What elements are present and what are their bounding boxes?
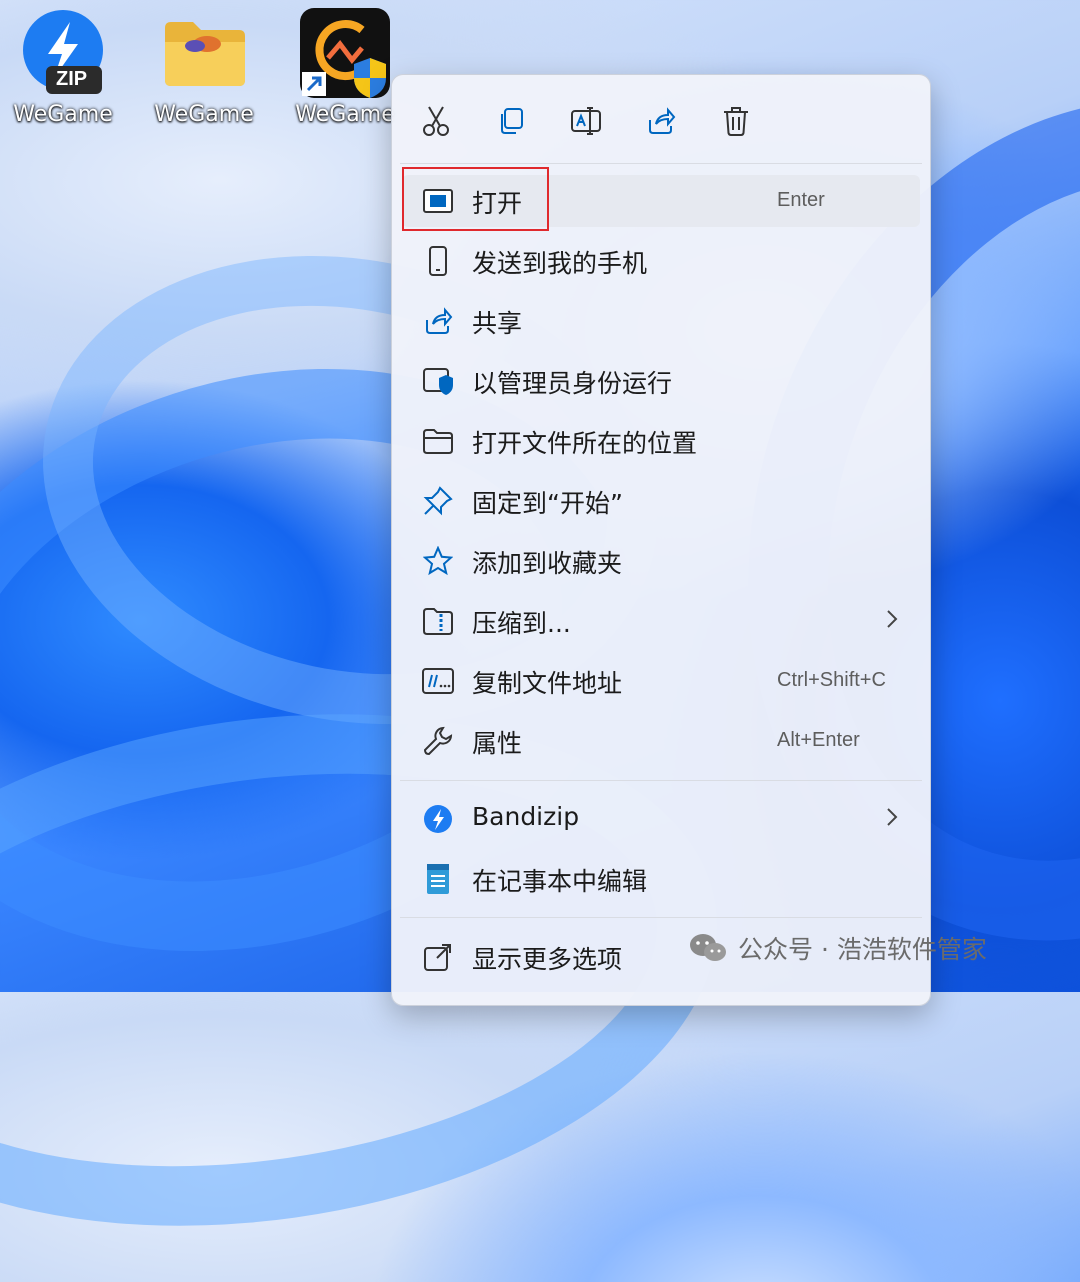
rename-icon bbox=[571, 107, 601, 135]
menu-item-run-as-admin[interactable]: 以管理员身份运行 bbox=[402, 355, 920, 407]
menu-item-label: 打开文件所在的位置 bbox=[472, 429, 698, 458]
trash-icon bbox=[724, 107, 748, 136]
star-icon bbox=[422, 545, 454, 577]
folder-icon bbox=[159, 8, 249, 98]
zip-badge: ZIP bbox=[56, 68, 88, 90]
menu-item-label: Bandizip bbox=[472, 802, 580, 831]
wechat-icon bbox=[690, 934, 726, 961]
folder-open-icon bbox=[422, 425, 454, 457]
menu-separator bbox=[400, 917, 922, 918]
scissors-icon bbox=[423, 106, 449, 136]
shortcut-label: Enter bbox=[777, 189, 825, 211]
menu-separator bbox=[400, 163, 922, 164]
highlight-box bbox=[402, 167, 549, 231]
menu-item-label: 在记事本中编辑 bbox=[472, 867, 648, 896]
share-icon bbox=[422, 305, 454, 337]
menu-item-label: 发送到我的手机 bbox=[472, 249, 648, 278]
chevron-right-icon bbox=[886, 609, 898, 633]
menu-item-send-to-phone[interactable]: 发送到我的手机 bbox=[402, 235, 920, 287]
menu-item-label: 属性 bbox=[472, 729, 523, 758]
menu-item-label: 共享 bbox=[472, 309, 523, 338]
menu-item-edit-in-notepad[interactable]: 在记事本中编辑 bbox=[402, 853, 920, 905]
delete-button[interactable] bbox=[714, 99, 758, 143]
menu-item-copy-path[interactable]: 复制文件地址 Ctrl+Shift+C bbox=[402, 655, 920, 707]
share-icon bbox=[649, 107, 676, 134]
desktop-icon-wegame-folder[interactable]: WeGame bbox=[134, 8, 274, 127]
menu-item-label: 显示更多选项 bbox=[472, 945, 623, 974]
rename-button[interactable] bbox=[564, 99, 608, 143]
desktop-icon-label: WeGame bbox=[13, 102, 113, 127]
copy-path-icon bbox=[422, 665, 454, 697]
menu-item-label: 添加到收藏夹 bbox=[472, 549, 623, 578]
desktop-icon-label: WeGame bbox=[154, 102, 254, 127]
menu-item-label: 复制文件地址 bbox=[472, 669, 623, 698]
shortcut-label: Ctrl+Shift+C bbox=[777, 669, 886, 691]
watermark: 公众号 · 浩浩软件管家 bbox=[688, 930, 987, 966]
copy-button[interactable] bbox=[489, 99, 533, 143]
menu-item-label: 压缩到... bbox=[472, 609, 571, 638]
menu-item-properties[interactable]: 属性 Alt+Enter bbox=[402, 715, 920, 767]
pin-icon bbox=[422, 485, 454, 517]
menu-item-label: 固定到“开始” bbox=[472, 489, 623, 518]
menu-item-open-file-location[interactable]: 打开文件所在的位置 bbox=[402, 415, 920, 467]
bandizip-icon bbox=[422, 803, 454, 835]
menu-item-share[interactable]: 共享 bbox=[402, 295, 920, 347]
menu-item-add-to-favorites[interactable]: 添加到收藏夹 bbox=[402, 535, 920, 587]
phone-icon bbox=[422, 245, 454, 277]
menu-item-label: 以管理员身份运行 bbox=[472, 369, 673, 398]
admin-shield-icon bbox=[422, 365, 454, 397]
desktop-icon-wegame-zip[interactable]: ZIP WeGame bbox=[0, 8, 133, 127]
menu-item-compress-to[interactable]: 压缩到... bbox=[402, 595, 920, 647]
chevron-right-icon bbox=[886, 807, 898, 831]
shortcut-label: Alt+Enter bbox=[777, 729, 860, 751]
wegame-shortcut-icon bbox=[300, 8, 390, 98]
share-button[interactable] bbox=[639, 99, 683, 143]
notepad-icon bbox=[422, 863, 454, 895]
menu-separator bbox=[400, 780, 922, 781]
bandizip-archive-icon: ZIP bbox=[18, 8, 108, 98]
wrench-icon bbox=[422, 725, 454, 757]
cut-button[interactable] bbox=[414, 99, 458, 143]
menu-item-bandizip[interactable]: Bandizip bbox=[402, 793, 920, 845]
context-menu-toolbar bbox=[392, 75, 930, 163]
zip-folder-icon bbox=[422, 605, 454, 637]
menu-item-pin-to-start[interactable]: 固定到“开始” bbox=[402, 475, 920, 527]
show-more-icon bbox=[422, 941, 454, 973]
watermark-text: 公众号 · 浩浩软件管家 bbox=[738, 935, 987, 964]
copy-icon bbox=[501, 108, 523, 134]
